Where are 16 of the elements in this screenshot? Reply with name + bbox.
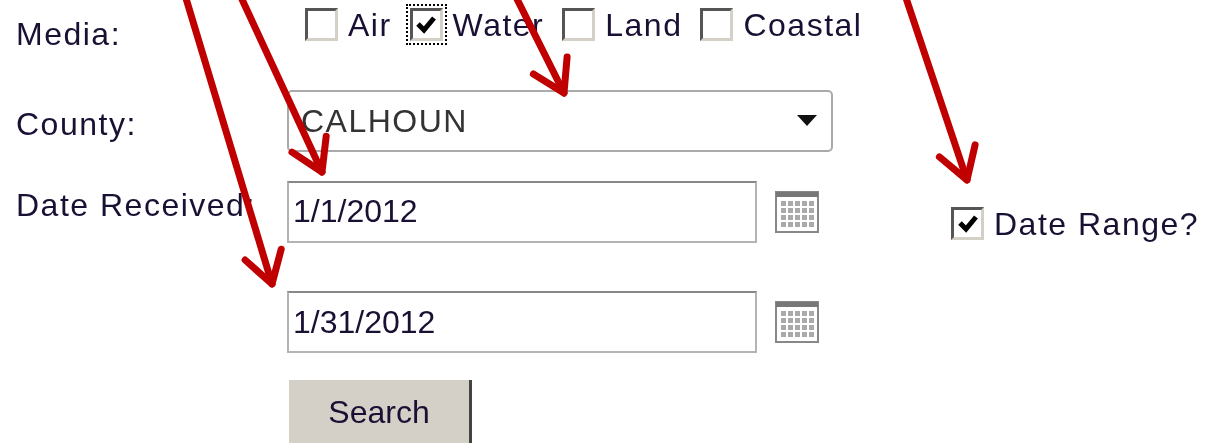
date-input[interactable]: 1/1/2012: [287, 180, 757, 243]
checkmark-icon: [415, 14, 438, 35]
checkmark-icon: [956, 213, 979, 234]
field-label: Media:: [16, 15, 123, 50]
date-input[interactable]: 1/31/2012: [287, 291, 757, 353]
calendar-icon[interactable]: [775, 190, 819, 233]
checkbox-label[interactable]: Coastal: [743, 8, 863, 41]
search-button[interactable]: Search: [289, 380, 472, 443]
caret-icon: [797, 115, 817, 127]
checkbox-label[interactable]: Land: [605, 8, 683, 41]
checkbox-label[interactable]: Date Range?: [994, 207, 1200, 240]
field-label: County:: [16, 105, 138, 140]
calendar-icon[interactable]: [775, 301, 819, 343]
county-dropdown[interactable]: CALHOUN: [287, 90, 833, 152]
checkbox-label[interactable]: Air: [348, 8, 392, 41]
checkbox[interactable]: [405, 4, 447, 45]
